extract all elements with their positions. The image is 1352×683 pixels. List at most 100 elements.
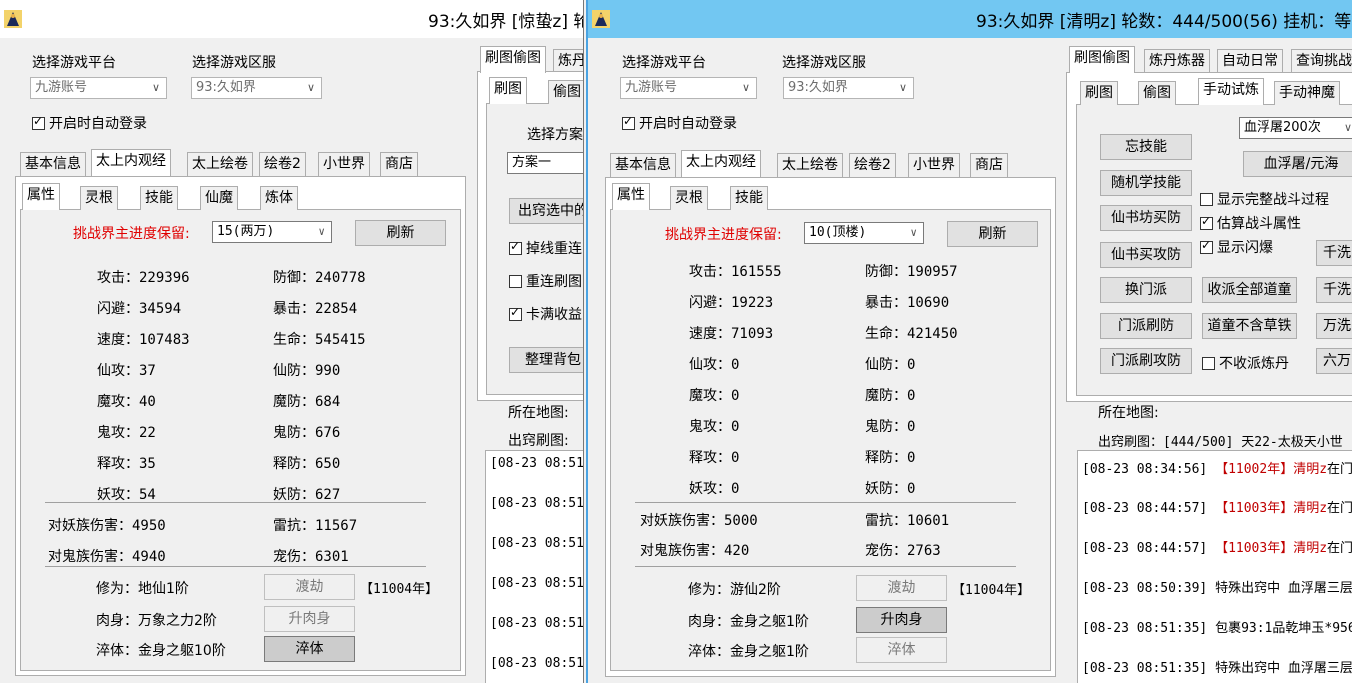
stat-crit: 暴击：22854 [273, 301, 358, 317]
no-grass-button[interactable]: 道童不含草铁 [1202, 313, 1297, 339]
scheme-value: 方案一 [512, 155, 552, 170]
subtab-shuatu[interactable]: 刷图 [489, 77, 527, 104]
log-text: 特殊出窍中 血浮屠三层 [1215, 661, 1352, 676]
log-text: 特殊出窍中 血浮屠三层 [1215, 581, 1352, 596]
tab-taishang-neiguan[interactable]: 太上内观经 [91, 149, 171, 176]
tab-taishang-huijuan[interactable]: 太上绘卷 [187, 152, 253, 176]
refresh-button[interactable]: 刷新 [947, 221, 1038, 247]
buy-defense-button[interactable]: 仙书坊买防 [1100, 205, 1192, 231]
collect-all-button[interactable]: 收派全部道童 [1202, 277, 1297, 303]
progress-select[interactable]: 15(两万) ∨ [212, 221, 332, 243]
subtab-attributes[interactable]: 属性 [22, 183, 60, 210]
platform-select[interactable]: 九游账号 ∨ [620, 77, 757, 99]
upgrade-body-button[interactable]: 升肉身 [856, 607, 947, 633]
change-sect-button[interactable]: 换门派 [1100, 277, 1192, 303]
checkbox-unchecked-icon [509, 275, 522, 288]
server-select[interactable]: 93:久如界 ∨ [191, 77, 322, 99]
subtab-toutu[interactable]: 偷图 [1138, 81, 1176, 105]
tab-query-challenge[interactable]: 查询挑战 [1291, 49, 1352, 73]
platform-select[interactable]: 九游账号 ∨ [30, 77, 167, 99]
tab-auto-daily[interactable]: 自动日常 [1217, 49, 1283, 73]
dujie-button[interactable]: 渡劫 [856, 575, 947, 601]
body-text: 肉身：金身之躯1阶 [688, 614, 809, 630]
log-list[interactable]: [08-23 08:34:56] 【11002年】清明z在门 [08-23 08… [1077, 450, 1352, 683]
stat-xian-atk: 仙攻：0 [689, 357, 740, 373]
subtab-xianmo[interactable]: 仙魔 [200, 186, 238, 210]
title-bar[interactable]: 93:久如界 [清明z] 轮数：444/500(56) 挂机：等 [588, 0, 1352, 38]
dujie-button[interactable]: 渡劫 [264, 574, 355, 600]
temper-button[interactable]: 淬体 [856, 637, 947, 663]
show-full-battle-checkbox[interactable]: 显示完整战斗过程 [1200, 189, 1329, 209]
subtab-manual-shenmo[interactable]: 手动神魔 [1274, 81, 1340, 105]
log-line: [08-23 08:51:35] 包裹93:1品乾坤玉*956 [1082, 617, 1352, 636]
buy-atk-def-button[interactable]: 仙书买攻防 [1100, 242, 1192, 268]
collect-label: 卡满收益 [526, 307, 582, 323]
pack-button[interactable]: 整理背包 [509, 347, 583, 373]
server-label: 选择游戏区服 [192, 55, 276, 71]
sect-defense-button[interactable]: 门派刷防 [1100, 313, 1192, 339]
subtab-manual-trial[interactable]: 手动试炼 [1198, 78, 1264, 105]
title-bar[interactable]: 93:久如界 [惊蛰z] 轮 [0, 0, 583, 38]
subtab-skills[interactable]: 技能 [730, 186, 768, 210]
log-name: 清明z [1293, 541, 1328, 556]
wash-button-3[interactable]: 万洗 [1316, 313, 1352, 339]
autologin-checkbox[interactable]: 开启时自动登录 [32, 113, 147, 133]
subtab-linggen[interactable]: 灵根 [670, 186, 708, 210]
subtab-toutu[interactable]: 偷图 [548, 80, 583, 104]
tab-huijuan2[interactable]: 绘卷2 [259, 152, 306, 176]
log-line: [08-23 08:51 [490, 456, 584, 471]
divider [635, 566, 1016, 567]
tab-liandan[interactable]: 炼丹 [553, 49, 583, 73]
subtab-attributes[interactable]: 属性 [612, 183, 650, 210]
estimate-checkbox[interactable]: 估算战斗属性 [1200, 213, 1301, 233]
upgrade-body-button[interactable]: 升肉身 [264, 606, 355, 632]
subtab-lianti[interactable]: 炼体 [260, 186, 298, 210]
log-list[interactable]: [08-23 08:51 [08-23 08:51 [08-23 08:51 [… [485, 450, 584, 683]
stat-pet-damage: 宠伤：6301 [273, 549, 349, 565]
tab-shuatu-toutu[interactable]: 刷图偷图 [480, 46, 546, 73]
log-line: [08-23 08:51:35] 特殊出窍中 血浮屠三层 [1082, 657, 1352, 676]
server-value: 93:久如界 [788, 80, 848, 95]
stat-yao-def: 妖防：627 [273, 487, 341, 503]
tab-small-world[interactable]: 小世界 [908, 153, 960, 177]
tab-basic-info[interactable]: 基本信息 [610, 153, 676, 177]
progress-select[interactable]: 10(顶楼) ∨ [804, 222, 924, 244]
tab-shop[interactable]: 商店 [970, 153, 1008, 177]
collect-checkbox[interactable]: 卡满收益 [509, 304, 582, 324]
tab-taishang-neiguan[interactable]: 太上内观经 [681, 150, 761, 177]
log-text: 在门 [1327, 541, 1352, 556]
choose-button[interactable]: 出窍选中的 [509, 198, 583, 224]
no-pill-checkbox[interactable]: 不收派炼丹 [1202, 353, 1289, 373]
log-time: [08-23 08:44:57] [1082, 541, 1208, 556]
blood-tower-button[interactable]: 血浮屠/元海 [1243, 151, 1352, 177]
refresh-checkbox[interactable]: 重连刷图 [509, 271, 582, 291]
forget-skill-button[interactable]: 忘技能 [1100, 134, 1192, 160]
autologin-checkbox[interactable]: 开启时自动登录 [622, 113, 737, 133]
subtab-skills[interactable]: 技能 [140, 186, 178, 210]
refresh-button[interactable]: 刷新 [355, 220, 446, 246]
reconnect-checkbox[interactable]: 掉线重连 [509, 238, 582, 258]
show-flash-checkbox[interactable]: 显示闪爆 [1200, 237, 1273, 257]
subtab-shuatu[interactable]: 刷图 [1080, 81, 1118, 105]
sect-atk-def-button[interactable]: 门派刷攻防 [1100, 348, 1192, 374]
wash-button-4[interactable]: 六万 [1316, 348, 1352, 374]
app-icon [592, 10, 610, 28]
wash-button-1[interactable]: 千洗 [1316, 240, 1352, 266]
tab-small-world[interactable]: 小世界 [318, 152, 370, 176]
stat-xian-def: 仙防：990 [273, 363, 341, 379]
blood-tower-select[interactable]: 血浮屠200次 ∨ [1239, 117, 1352, 139]
log-text: 包裹93:1品乾坤玉*956 [1215, 621, 1352, 636]
wash-button-2[interactable]: 千洗 [1316, 277, 1352, 303]
tab-liandan-lianqi[interactable]: 炼丹炼器 [1144, 49, 1210, 73]
tab-shuatu-toutu[interactable]: 刷图偷图 [1069, 46, 1135, 73]
tab-shop[interactable]: 商店 [380, 152, 418, 176]
scheme-select[interactable]: 方案一 [507, 152, 583, 174]
server-select[interactable]: 93:久如界 ∨ [783, 77, 914, 99]
tab-huijuan2[interactable]: 绘卷2 [849, 153, 896, 177]
tab-taishang-huijuan[interactable]: 太上绘卷 [777, 153, 843, 177]
temper-button[interactable]: 淬体 [264, 636, 355, 662]
stat-gui-damage: 对鬼族伤害：4940 [48, 549, 166, 565]
subtab-linggen[interactable]: 灵根 [80, 186, 118, 210]
tab-basic-info[interactable]: 基本信息 [20, 152, 86, 176]
random-skill-button[interactable]: 随机学技能 [1100, 170, 1192, 196]
